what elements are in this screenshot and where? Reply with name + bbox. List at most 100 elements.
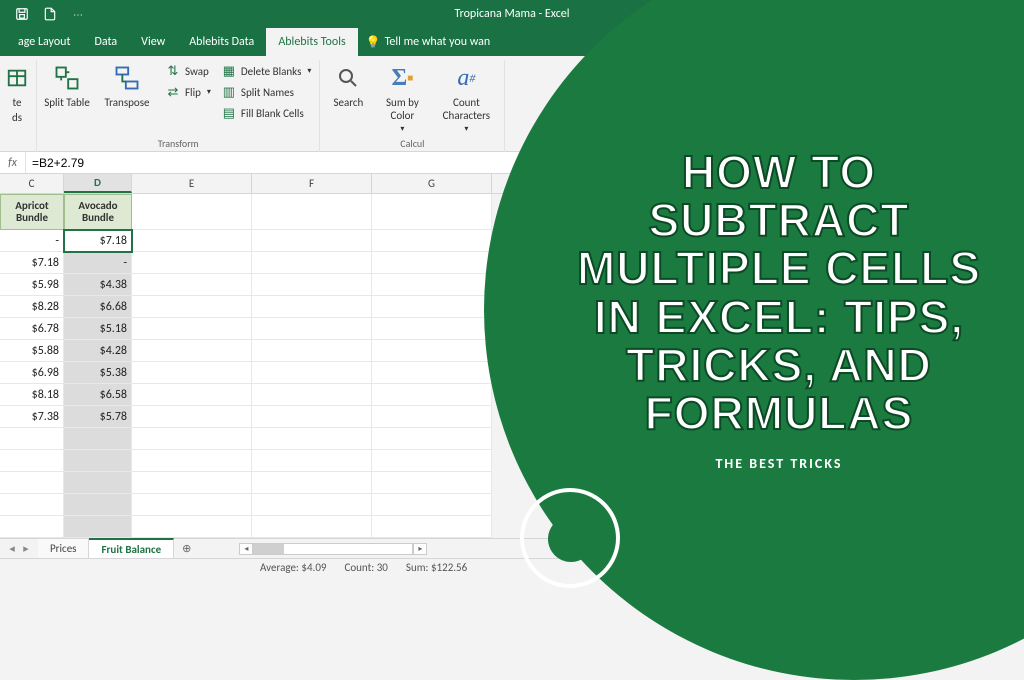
cell[interactable]	[372, 384, 492, 406]
more-icon[interactable]: ⋯	[68, 4, 88, 24]
cell[interactable]: $4.28	[64, 340, 132, 362]
cell[interactable]: $8.18	[0, 384, 64, 406]
cell[interactable]: $8.28	[0, 296, 64, 318]
scroll-track[interactable]	[253, 543, 413, 555]
cell[interactable]: $6.58	[64, 384, 132, 406]
col-header-d[interactable]: D	[64, 174, 132, 193]
cell[interactable]	[372, 362, 492, 384]
fx-icon[interactable]: fx	[0, 152, 26, 173]
transpose-button[interactable]: Transpose	[97, 60, 157, 109]
cell[interactable]	[252, 318, 372, 340]
tab-ablebits-tools[interactable]: Ablebits Tools	[266, 28, 357, 56]
cell[interactable]	[372, 516, 492, 538]
cell[interactable]	[372, 318, 492, 340]
cell[interactable]	[132, 296, 252, 318]
active-cell[interactable]: $7.18	[64, 230, 132, 252]
cell[interactable]	[252, 296, 372, 318]
scroll-right[interactable]: ▸	[413, 543, 427, 555]
cell[interactable]	[132, 252, 252, 274]
cell[interactable]: $4.38	[64, 274, 132, 296]
cell[interactable]	[64, 428, 132, 450]
cell[interactable]: -	[64, 252, 132, 274]
count-chars-button[interactable]: a# Count Characters▾	[434, 60, 498, 134]
cell[interactable]	[0, 428, 64, 450]
cell[interactable]	[252, 428, 372, 450]
sheet-tab-fruit-balance[interactable]: Fruit Balance	[89, 538, 174, 558]
cell[interactable]	[252, 194, 372, 230]
cell[interactable]	[132, 230, 252, 252]
sheet-tab-prices[interactable]: Prices	[38, 539, 89, 558]
cell[interactable]	[132, 516, 252, 538]
cell[interactable]	[252, 230, 372, 252]
cell[interactable]	[252, 274, 372, 296]
cell[interactable]	[132, 384, 252, 406]
cell[interactable]	[252, 384, 372, 406]
cell[interactable]	[372, 472, 492, 494]
cell[interactable]	[0, 516, 64, 538]
tab-page-layout[interactable]: age Layout	[6, 28, 83, 56]
cell[interactable]	[252, 494, 372, 516]
cell[interactable]: $5.38	[64, 362, 132, 384]
cell[interactable]	[372, 340, 492, 362]
cell[interactable]	[372, 274, 492, 296]
cell[interactable]	[64, 516, 132, 538]
cell[interactable]	[252, 340, 372, 362]
swap-button[interactable]: ⇅Swap	[163, 62, 213, 80]
save-icon[interactable]	[12, 4, 32, 24]
cell[interactable]	[372, 406, 492, 428]
col-header-g[interactable]: G	[372, 174, 492, 193]
flip-button[interactable]: ⇄Flip▾	[163, 83, 213, 101]
cell[interactable]: $7.18	[0, 252, 64, 274]
cell[interactable]	[0, 472, 64, 494]
cell[interactable]	[372, 450, 492, 472]
cell[interactable]	[64, 450, 132, 472]
split-names-button[interactable]: ▥Split Names	[219, 83, 313, 101]
cell[interactable]	[132, 450, 252, 472]
chevron-left-icon[interactable]: ◂	[6, 542, 18, 555]
col-header-e[interactable]: E	[132, 174, 252, 193]
cell[interactable]	[132, 340, 252, 362]
scroll-left[interactable]: ◂	[239, 543, 253, 555]
fill-blank-button[interactable]: ▤Fill Blank Cells	[219, 104, 313, 122]
cell[interactable]	[132, 494, 252, 516]
tell-me[interactable]: 💡 Tell me what you wan	[358, 28, 499, 56]
cell[interactable]	[132, 318, 252, 340]
col-header-f[interactable]: F	[252, 174, 372, 193]
cell[interactable]	[132, 194, 252, 230]
cell[interactable]: $5.98	[0, 274, 64, 296]
tab-ablebits-data[interactable]: Ablebits Data	[177, 28, 266, 56]
cell[interactable]: $6.68	[64, 296, 132, 318]
cell[interactable]	[372, 194, 492, 230]
cell[interactable]	[64, 472, 132, 494]
cell[interactable]	[132, 406, 252, 428]
cell[interactable]: $7.38	[0, 406, 64, 428]
cell[interactable]	[252, 362, 372, 384]
cell[interactable]	[252, 472, 372, 494]
search-button[interactable]: Search	[326, 60, 370, 109]
sheet-nav[interactable]: ◂▸	[0, 539, 38, 558]
new-icon[interactable]	[40, 4, 60, 24]
delete-blanks-button[interactable]: ▦Delete Blanks▾	[219, 62, 313, 80]
cell[interactable]: $5.18	[64, 318, 132, 340]
cell[interactable]	[132, 428, 252, 450]
chevron-right-icon[interactable]: ▸	[20, 542, 32, 555]
cell[interactable]	[0, 450, 64, 472]
cell[interactable]	[0, 494, 64, 516]
cell[interactable]	[372, 230, 492, 252]
cell[interactable]	[372, 252, 492, 274]
scroll-thumb[interactable]	[254, 544, 284, 554]
tab-view[interactable]: View	[129, 28, 177, 56]
add-sheet-button[interactable]: ⊕	[174, 539, 199, 558]
sum-by-color-button[interactable]: Σ■ Sum by Color▾	[376, 60, 428, 134]
cell[interactable]	[252, 516, 372, 538]
col-header-c[interactable]: C	[0, 174, 64, 193]
cell[interactable]: $5.78	[64, 406, 132, 428]
partial-button[interactable]: te ds	[4, 60, 30, 124]
cell[interactable]	[132, 472, 252, 494]
cell[interactable]: $6.78	[0, 318, 64, 340]
cell[interactable]	[372, 296, 492, 318]
cell[interactable]	[372, 428, 492, 450]
cell[interactable]	[132, 362, 252, 384]
split-table-button[interactable]: Split Table	[43, 60, 91, 109]
cell[interactable]	[372, 494, 492, 516]
